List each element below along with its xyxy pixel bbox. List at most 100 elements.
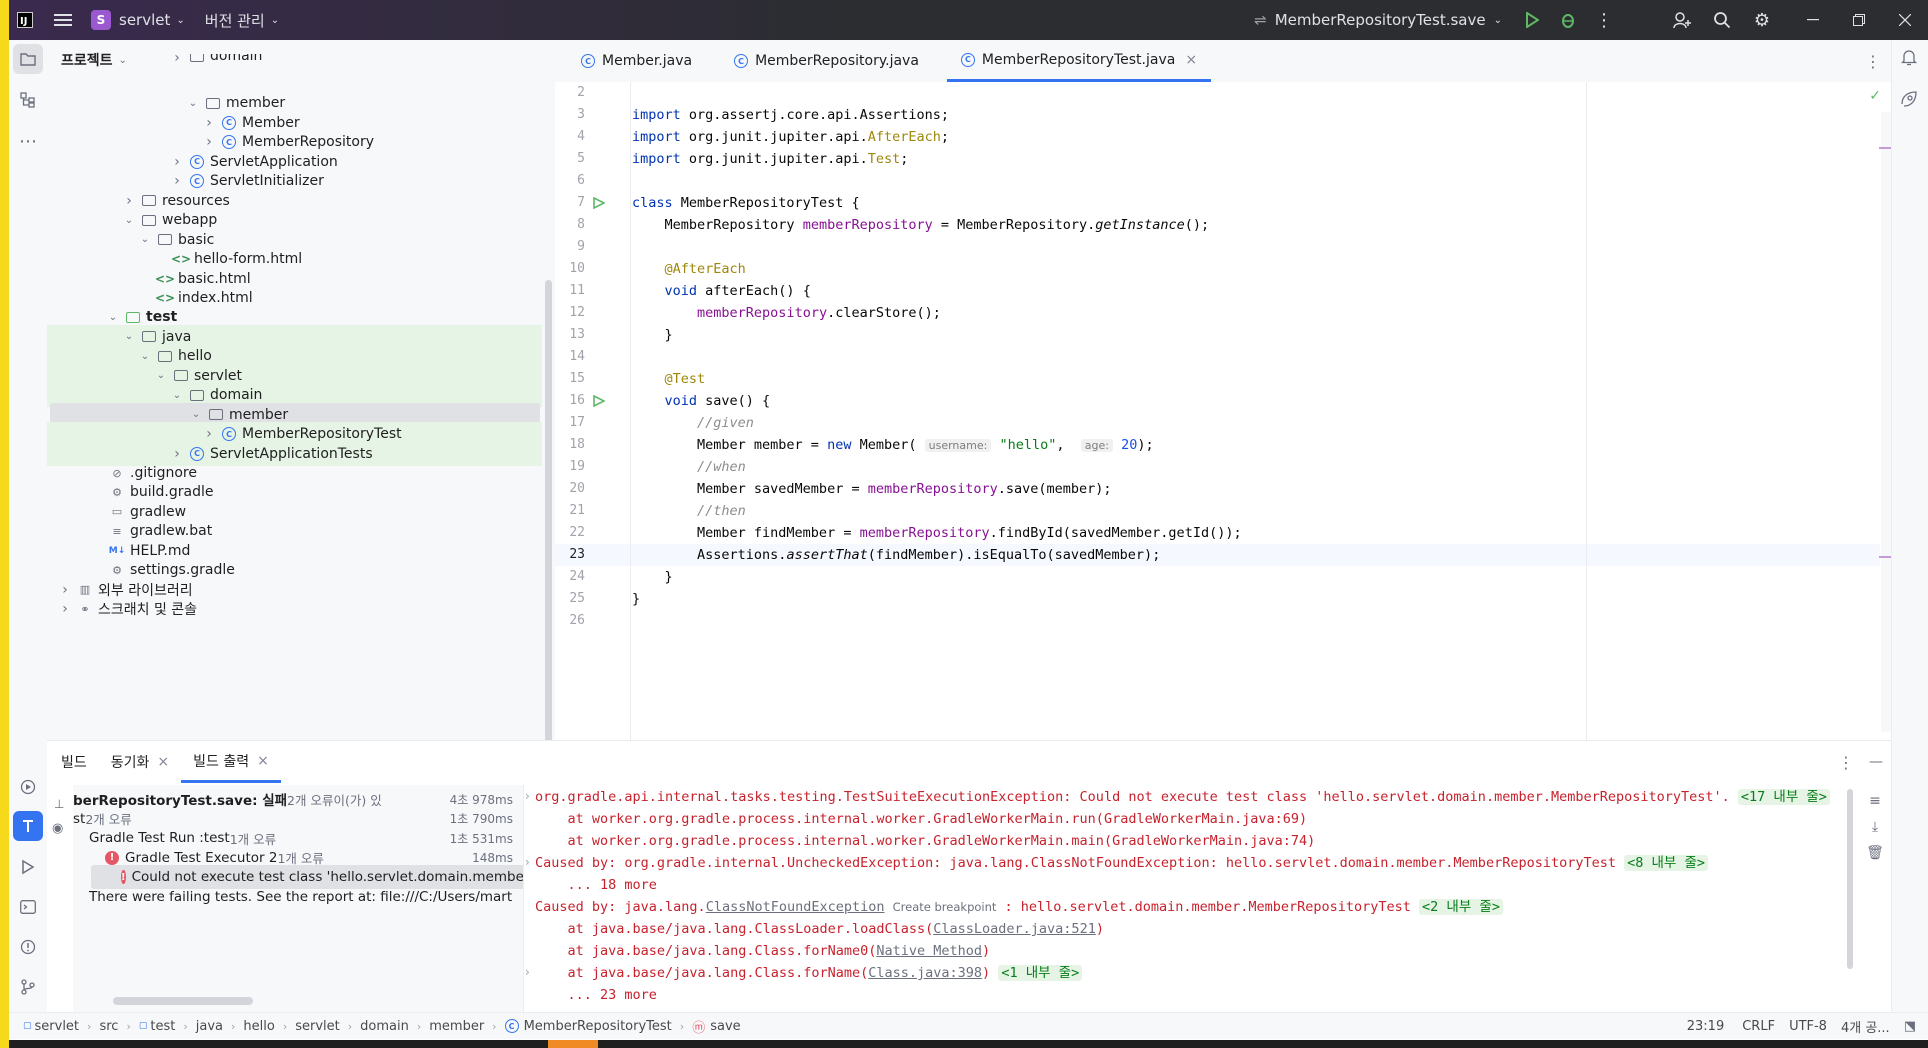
soft-wrap-icon[interactable]: ≡ [1861, 793, 1889, 819]
line-separator[interactable]: CRLF [1742, 1019, 1775, 1034]
chevron-down-icon[interactable]: ⌄ [123, 214, 135, 226]
git-tool-icon[interactable] [13, 972, 43, 1002]
hide-panel-icon[interactable]: — [1861, 754, 1891, 770]
chevron-right-icon[interactable]: › [171, 173, 183, 189]
chevron-down-icon[interactable]: ⌄ [139, 350, 151, 362]
tab-memberrepositorytest-java[interactable]: C MemberRepositoryTest.java × [946, 40, 1212, 82]
tab-sync[interactable]: 동기화 × [99, 741, 181, 783]
main-menu-icon[interactable] [41, 0, 85, 40]
fold-chevron-icon[interactable]: › [525, 965, 530, 979]
breadcrumb-item[interactable]: domain [360, 1019, 409, 1034]
close-icon[interactable]: × [1185, 52, 1197, 68]
chevron-down-icon[interactable]: ⌄ [190, 409, 202, 421]
more-actions-icon[interactable]: ⋮ [1586, 0, 1622, 40]
run-tool-icon[interactable] [13, 852, 43, 882]
app-logo-icon[interactable]: IJ [9, 0, 41, 40]
chevron-down-icon[interactable]: ⌄ [123, 331, 135, 343]
chevron-right-icon[interactable]: › [59, 582, 71, 598]
chevron-right-icon[interactable]: › [123, 193, 135, 209]
tree-item-label: basic [178, 231, 215, 248]
eye-icon[interactable]: ◉ [52, 821, 63, 836]
gutter-run-icon[interactable] [593, 196, 606, 213]
add-user-icon[interactable] [1662, 0, 1702, 40]
cursor-position[interactable]: 23:19 [1687, 1019, 1724, 1034]
console-line: at java.base/java.lang.Class.forName0(Na… [535, 943, 991, 959]
search-icon[interactable] [1702, 0, 1742, 40]
close-button[interactable] [1882, 0, 1928, 40]
chevron-down-icon[interactable]: ⌄ [171, 389, 183, 401]
minimize-button[interactable] [1790, 0, 1836, 40]
gear-icon[interactable]: ⚙ [1742, 0, 1782, 40]
close-icon[interactable]: × [257, 753, 269, 769]
more-tools-icon[interactable]: ⋯ [13, 126, 43, 156]
project-switcher[interactable]: S servlet ⌄ [91, 0, 185, 40]
breadcrumb-item[interactable]: hello [243, 1019, 274, 1034]
chevron-down-icon[interactable]: ⌄ [139, 234, 151, 246]
chevron-right-icon[interactable]: › [203, 134, 215, 150]
pin-icon[interactable]: ⊥ [54, 797, 64, 811]
breadcrumb-item[interactable]: test [150, 1019, 175, 1034]
breadcrumb-item[interactable]: servlet [295, 1019, 340, 1034]
close-icon[interactable]: × [157, 754, 169, 770]
tree-item-label: HELP.md [130, 542, 191, 559]
breadcrumb-item[interactable]: save [710, 1019, 740, 1034]
chevron-right-icon[interactable]: › [59, 601, 71, 617]
chevron-down-icon[interactable]: ⌄ [107, 311, 119, 323]
build-tree-row[interactable]: There were failing tests. See the report… [73, 885, 523, 909]
breadcrumb-item[interactable]: MemberRepositoryTest [524, 1019, 672, 1034]
chevron-right-icon[interactable]: › [203, 115, 215, 131]
chevron-right-icon[interactable]: › [171, 154, 183, 170]
fold-chevron-icon[interactable]: › [525, 855, 530, 869]
ai-assistant-icon[interactable] [1900, 90, 1918, 112]
trash-icon[interactable]: 🗑 [1861, 845, 1889, 871]
chevron-right-icon[interactable]: › [171, 446, 183, 462]
tree-item[interactable]: › domain [47, 54, 542, 64]
panel-options-icon[interactable]: ⋮ [1831, 753, 1861, 772]
tab-build[interactable]: 빌드 [49, 741, 99, 783]
terminal-tool-icon[interactable] [13, 892, 43, 922]
inspections-ok-icon[interactable]: ✓ [1869, 88, 1881, 104]
breadcrumb-item[interactable]: java [196, 1019, 223, 1034]
vcs-widget[interactable]: 버전 관리 ⌄ [205, 0, 279, 40]
chevron-right-icon[interactable]: › [203, 426, 215, 442]
services-tool-icon[interactable] [13, 772, 43, 802]
folder-icon [173, 368, 189, 384]
tab-build-output[interactable]: 빌드 출력 × [181, 741, 281, 783]
debug-icon[interactable] [1550, 0, 1586, 40]
run-icon[interactable] [1514, 0, 1550, 40]
indent-setting[interactable]: 4개 공... [1841, 1017, 1890, 1036]
fold-chevron-icon[interactable]: › [525, 789, 530, 803]
build-duration: 1초 531ms [445, 829, 513, 847]
breadcrumb-separator: › [183, 1019, 188, 1033]
readonly-lock-icon[interactable]: ⬔ [1904, 1019, 1916, 1034]
tree-scrollbar[interactable] [545, 280, 552, 740]
problems-tool-icon[interactable] [13, 932, 43, 962]
structure-tool-icon[interactable] [13, 85, 43, 115]
console-scrollbar[interactable] [1847, 785, 1857, 985]
tab-actions-icon[interactable]: ⋮ [1855, 40, 1891, 82]
run-config-selector[interactable]: ⇌ MemberRepositoryTest.save ⌄ [1254, 0, 1502, 40]
project-tool-icon[interactable] [13, 44, 43, 74]
breadcrumb-item[interactable]: src [99, 1019, 118, 1034]
breadcrumb-separator: › [416, 1019, 422, 1033]
gutter-run-icon[interactable] [593, 394, 606, 411]
notifications-icon[interactable] [1900, 48, 1918, 70]
chevron-right-icon[interactable]: › [171, 54, 183, 64]
build-console[interactable]: org.gradle.api.internal.tasks.testing.Te… [525, 785, 1889, 1021]
tab-memberrepository-java[interactable]: C MemberRepository.java [720, 40, 933, 82]
tree-item[interactable]: › ⚭ 스크래치 및 콘솔 [47, 597, 542, 621]
chevron-down-icon[interactable]: ⌄ [155, 370, 167, 382]
build-tree-hscroll[interactable] [113, 997, 253, 1005]
restore-button[interactable] [1836, 0, 1882, 40]
build-tool-icon[interactable] [13, 811, 43, 841]
scroll-to-end-icon[interactable]: ⤓ [1861, 819, 1889, 845]
breadcrumb-item[interactable]: servlet [35, 1019, 80, 1034]
chevron-down-icon[interactable]: ⌄ [187, 97, 199, 109]
breadcrumb-item[interactable]: member [429, 1019, 484, 1034]
file-encoding[interactable]: UTF-8 [1789, 1019, 1827, 1034]
tab-member-java[interactable]: C Member.java [567, 40, 706, 82]
code-editor[interactable]: 2 3 4 5 6 7 8 9 10 11 12 13 14 15 16 17 18 19 20 21 22 23 24 25… [555, 82, 1891, 740]
editor-scrollbar[interactable] [1881, 112, 1891, 732]
tab-label: MemberRepositoryTest.java [981, 51, 1176, 68]
console-line: org.gradle.api.internal.tasks.testing.Te… [535, 786, 1830, 808]
